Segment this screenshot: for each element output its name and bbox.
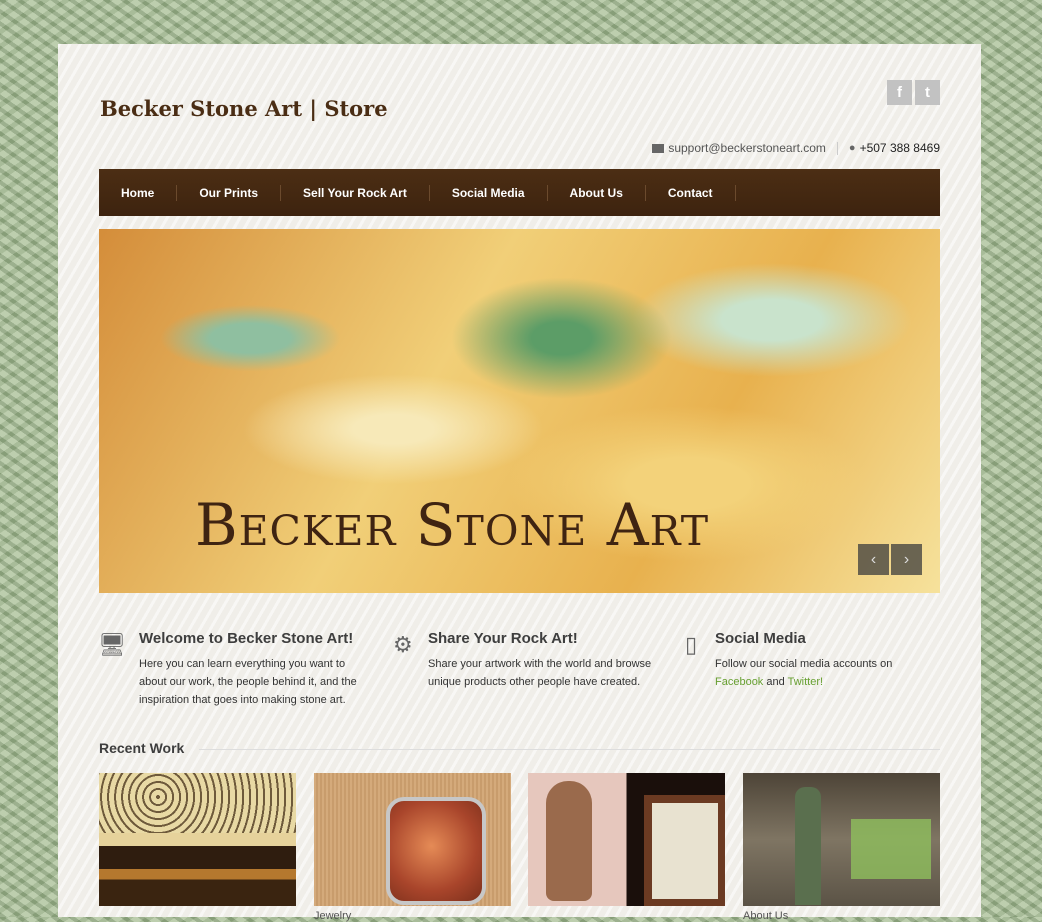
slider-prev-button[interactable]: ‹ [858, 544, 889, 575]
feature-title: Welcome to Becker Stone Art! [139, 630, 354, 647]
person-icon: ● [848, 142, 856, 154]
slider-controls: ‹ › [858, 544, 922, 575]
nav-item-home[interactable]: Home [99, 184, 178, 201]
section-divider [199, 749, 940, 750]
slider-next-button[interactable]: › [891, 544, 922, 575]
nav-item-about-us[interactable]: About Us [548, 184, 646, 201]
recent-work-label-2: Jewelry [314, 910, 352, 922]
phone-number: +507 388 8469 [859, 141, 940, 155]
contact-divider [836, 141, 838, 155]
nav-item-sell-your-rock-art[interactable]: Sell Your Rock Art [281, 184, 430, 201]
feature-text: Follow our social media accounts on Face… [715, 655, 945, 691]
hero-banner-text: Becker Stone Art [195, 491, 710, 559]
phone-icon: ▯ [685, 632, 698, 657]
twitter-link[interactable]: Twitter! [788, 676, 823, 688]
site-title[interactable]: Becker Stone Art | Store [100, 96, 388, 121]
feature-title: Social Media [715, 630, 806, 647]
monitor-icon: 🖥 [98, 632, 126, 657]
feature-text: Here you can learn everything you want t… [139, 658, 357, 706]
facebook-link[interactable]: Facebook [715, 676, 763, 688]
feature-title: Share Your Rock Art! [428, 630, 578, 647]
gear-icon: ⚙ [393, 632, 413, 657]
social-links: f t [887, 80, 940, 105]
recent-work-title: Recent Work [99, 740, 185, 756]
hero-slider: Becker Stone Art ‹ › [99, 229, 940, 593]
facebook-icon[interactable]: f [887, 80, 912, 105]
recent-work-thumb-4[interactable] [743, 773, 940, 906]
recent-work-thumb-2[interactable] [314, 773, 511, 906]
nav-item-our-prints[interactable]: Our Prints [177, 184, 282, 201]
recent-work-label-4: About Us [743, 910, 789, 922]
and-text: and [766, 676, 785, 688]
feature-welcome: 🖥 Welcome to Becker Stone Art! Here you … [98, 630, 369, 709]
feature-text-body: Follow our social media accounts on [715, 658, 893, 670]
main-nav: Home Our Prints Sell Your Rock Art Socia… [99, 169, 940, 216]
feature-social: ▯ Social Media Follow our social media a… [685, 630, 945, 691]
nav-item-contact[interactable]: Contact [646, 184, 736, 201]
mail-icon [652, 143, 665, 153]
support-email[interactable]: support@beckerstoneart.com [668, 141, 826, 155]
recent-work-thumb-1[interactable] [99, 773, 296, 906]
recent-work-thumb-3[interactable] [528, 773, 725, 906]
feature-share: ⚙ Share Your Rock Art! Share your artwor… [393, 630, 658, 691]
feature-text: Share your artwork with the world and br… [428, 658, 652, 688]
nav-item-social-media[interactable]: Social Media [430, 184, 548, 201]
twitter-icon[interactable]: t [915, 80, 940, 105]
contact-bar: support@beckerstoneart.com ● +507 388 84… [652, 141, 940, 155]
page-container: Becker Stone Art | Store f t support@bec… [58, 44, 981, 922]
